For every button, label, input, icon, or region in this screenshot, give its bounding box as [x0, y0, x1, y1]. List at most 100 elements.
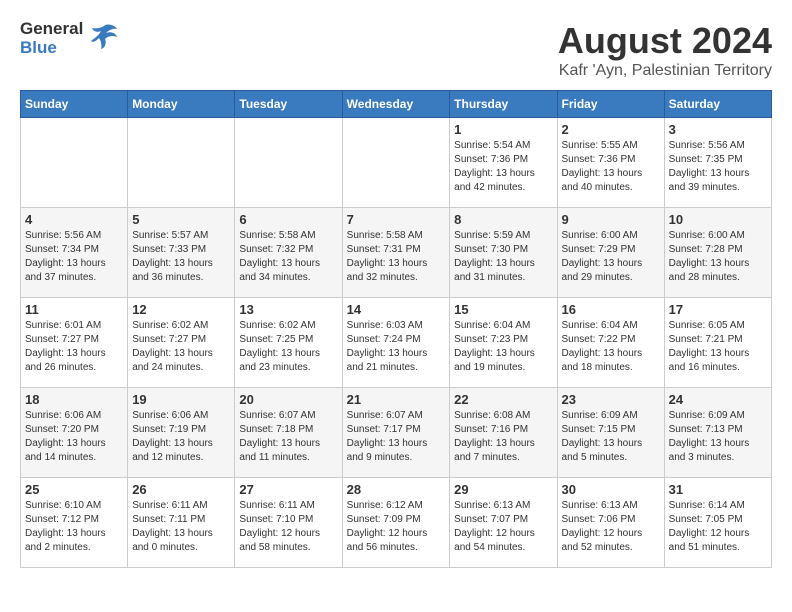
day-info: Sunrise: 6:06 AMSunset: 7:19 PMDaylight:… [132, 409, 230, 465]
day-info: Sunrise: 6:11 AMSunset: 7:11 PMDaylight:… [132, 499, 230, 555]
day-number: 2 [562, 122, 660, 137]
day-number: 21 [347, 392, 446, 407]
day-number: 1 [454, 122, 552, 137]
calendar-cell: 8Sunrise: 5:59 AMSunset: 7:30 PMDaylight… [450, 208, 557, 298]
logo-bird-icon [89, 21, 119, 56]
calendar-cell: 18Sunrise: 6:06 AMSunset: 7:20 PMDayligh… [21, 388, 128, 478]
day-number: 19 [132, 392, 230, 407]
day-number: 4 [25, 212, 123, 227]
day-number: 9 [562, 212, 660, 227]
calendar-cell: 15Sunrise: 6:04 AMSunset: 7:23 PMDayligh… [450, 298, 557, 388]
calendar-cell [342, 118, 450, 208]
calendar-week-1: 4 Sunrise: 5:56 AMSunset: 7:34 PMDaylight… [21, 208, 772, 298]
day-info: Sunrise: 6:04 AMSunset: 7:23 PMDaylight:… [454, 319, 552, 375]
calendar-cell: 5 Sunrise: 5:57 AMSunset: 7:33 PMDaylight… [128, 208, 235, 298]
day-info: Sunrise: 5:58 AMSunset: 7:32 PMDaylight:… [239, 229, 337, 285]
day-number: 12 [132, 302, 230, 317]
calendar-cell: 25 Sunrise: 6:10 AMSunset: 7:12 PMDayligh… [21, 478, 128, 568]
calendar-cell: 13Sunrise: 6:02 AMSunset: 7:25 PMDayligh… [235, 298, 342, 388]
calendar-cell: 2Sunrise: 5:55 AMSunset: 7:36 PMDaylight… [557, 118, 664, 208]
calendar-cell [128, 118, 235, 208]
day-number: 27 [239, 482, 337, 497]
day-info: Sunrise: 5:57 AMSunset: 7:33 PMDaylight:… [132, 229, 230, 285]
day-info: Sunrise: 5:54 AMSunset: 7:36 PMDaylight:… [454, 139, 552, 195]
day-info: Sunrise: 6:07 AMSunset: 7:18 PMDaylight:… [239, 409, 337, 465]
subtitle: Kafr 'Ayn, Palestinian Territory [558, 62, 772, 80]
header-row: Sunday Monday Tuesday Wednesday Thursday… [21, 91, 772, 118]
calendar-week-0: 1 Sunrise: 5:54 AMSunset: 7:36 PMDaylight… [21, 118, 772, 208]
calendar-cell: 17Sunrise: 6:05 AMSunset: 7:21 PMDayligh… [664, 298, 771, 388]
day-info: Sunrise: 6:04 AMSunset: 7:22 PMDaylight:… [562, 319, 660, 375]
day-info: Sunrise: 6:03 AMSunset: 7:24 PMDaylight:… [347, 319, 446, 375]
day-number: 30 [562, 482, 660, 497]
calendar-body: 1 Sunrise: 5:54 AMSunset: 7:36 PMDaylight… [21, 118, 772, 568]
calendar-header: Sunday Monday Tuesday Wednesday Thursday… [21, 91, 772, 118]
day-info: Sunrise: 6:02 AMSunset: 7:25 PMDaylight:… [239, 319, 337, 375]
day-number: 26 [132, 482, 230, 497]
day-info: Sunrise: 6:13 AMSunset: 7:06 PMDaylight:… [562, 499, 660, 555]
day-number: 17 [669, 302, 767, 317]
logo-general: General [20, 20, 83, 39]
calendar-cell: 21 Sunrise: 6:07 AMSunset: 7:17 PMDayligh… [342, 388, 450, 478]
day-number: 7 [347, 212, 446, 227]
day-info: Sunrise: 6:00 AMSunset: 7:28 PMDaylight:… [669, 229, 767, 285]
calendar-cell: 3 Sunrise: 5:56 AMSunset: 7:35 PMDaylight… [664, 118, 771, 208]
day-info: Sunrise: 6:08 AMSunset: 7:16 PMDaylight:… [454, 409, 552, 465]
calendar-cell: 30 Sunrise: 6:13 AMSunset: 7:06 PMDayligh… [557, 478, 664, 568]
calendar-cell: 28 Sunrise: 6:12 AMSunset: 7:09 PMDayligh… [342, 478, 450, 568]
header-wednesday: Wednesday [342, 91, 450, 118]
day-info: Sunrise: 5:58 AMSunset: 7:31 PMDaylight:… [347, 229, 446, 285]
calendar-cell: 7 Sunrise: 5:58 AMSunset: 7:31 PMDaylight… [342, 208, 450, 298]
day-info: Sunrise: 6:09 AMSunset: 7:13 PMDaylight:… [669, 409, 767, 465]
calendar-cell: 1 Sunrise: 5:54 AMSunset: 7:36 PMDaylight… [450, 118, 557, 208]
day-number: 8 [454, 212, 552, 227]
day-number: 10 [669, 212, 767, 227]
header-tuesday: Tuesday [235, 91, 342, 118]
day-number: 11 [25, 302, 123, 317]
calendar-cell [21, 118, 128, 208]
calendar-cell [235, 118, 342, 208]
calendar-week-4: 25 Sunrise: 6:10 AMSunset: 7:12 PMDayligh… [21, 478, 772, 568]
day-number: 28 [347, 482, 446, 497]
calendar-cell: 4 Sunrise: 5:56 AMSunset: 7:34 PMDaylight… [21, 208, 128, 298]
header-saturday: Saturday [664, 91, 771, 118]
header-monday: Monday [128, 91, 235, 118]
day-info: Sunrise: 6:07 AMSunset: 7:17 PMDaylight:… [347, 409, 446, 465]
day-info: Sunrise: 5:56 AMSunset: 7:34 PMDaylight:… [25, 229, 123, 285]
title-section: August 2024 Kafr 'Ayn, Palestinian Terri… [558, 20, 772, 80]
calendar-cell: 29Sunrise: 6:13 AMSunset: 7:07 PMDayligh… [450, 478, 557, 568]
header-thursday: Thursday [450, 91, 557, 118]
day-number: 5 [132, 212, 230, 227]
calendar-table: Sunday Monday Tuesday Wednesday Thursday… [20, 90, 772, 568]
calendar-cell: 22 Sunrise: 6:08 AMSunset: 7:16 PMDayligh… [450, 388, 557, 478]
day-info: Sunrise: 6:11 AMSunset: 7:10 PMDaylight:… [239, 499, 337, 555]
day-number: 23 [562, 392, 660, 407]
day-info: Sunrise: 6:12 AMSunset: 7:09 PMDaylight:… [347, 499, 446, 555]
calendar-cell: 6 Sunrise: 5:58 AMSunset: 7:32 PMDaylight… [235, 208, 342, 298]
day-number: 22 [454, 392, 552, 407]
calendar-cell: 12Sunrise: 6:02 AMSunset: 7:27 PMDayligh… [128, 298, 235, 388]
day-info: Sunrise: 6:10 AMSunset: 7:12 PMDaylight:… [25, 499, 123, 555]
calendar-cell: 27 Sunrise: 6:11 AMSunset: 7:10 PMDayligh… [235, 478, 342, 568]
day-number: 6 [239, 212, 337, 227]
day-info: Sunrise: 6:14 AMSunset: 7:05 PMDaylight:… [669, 499, 767, 555]
calendar-cell: 9Sunrise: 6:00 AMSunset: 7:29 PMDaylight… [557, 208, 664, 298]
day-number: 3 [669, 122, 767, 137]
day-number: 20 [239, 392, 337, 407]
day-info: Sunrise: 5:56 AMSunset: 7:35 PMDaylight:… [669, 139, 767, 195]
calendar-cell: 31Sunrise: 6:14 AMSunset: 7:05 PMDayligh… [664, 478, 771, 568]
calendar-cell: 16 Sunrise: 6:04 AMSunset: 7:22 PMDayligh… [557, 298, 664, 388]
day-info: Sunrise: 6:06 AMSunset: 7:20 PMDaylight:… [25, 409, 123, 465]
calendar-week-3: 18Sunrise: 6:06 AMSunset: 7:20 PMDayligh… [21, 388, 772, 478]
day-number: 25 [25, 482, 123, 497]
header-sunday: Sunday [21, 91, 128, 118]
calendar-cell: 11Sunrise: 6:01 AMSunset: 7:27 PMDayligh… [21, 298, 128, 388]
calendar-cell: 23 Sunrise: 6:09 AMSunset: 7:15 PMDayligh… [557, 388, 664, 478]
day-number: 16 [562, 302, 660, 317]
logo-blue: Blue [20, 39, 57, 58]
day-info: Sunrise: 6:09 AMSunset: 7:15 PMDaylight:… [562, 409, 660, 465]
day-info: Sunrise: 6:13 AMSunset: 7:07 PMDaylight:… [454, 499, 552, 555]
calendar-cell: 10 Sunrise: 6:00 AMSunset: 7:28 PMDayligh… [664, 208, 771, 298]
logo: General Blue [20, 20, 119, 57]
main-title: August 2024 [558, 20, 772, 62]
